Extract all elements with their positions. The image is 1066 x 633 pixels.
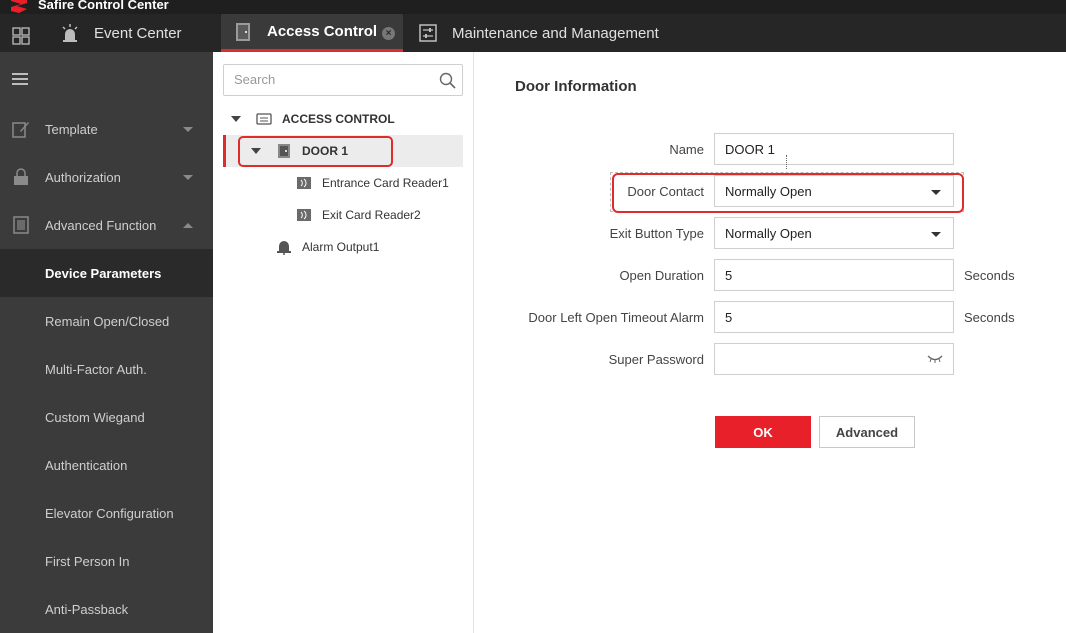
chevron-down-icon	[183, 126, 193, 132]
open-duration-label: Open Duration	[619, 268, 704, 283]
sidebar-item-label: Advanced Function	[45, 217, 157, 233]
hamburger-menu-icon[interactable]	[12, 73, 28, 85]
sidebar-item-label: Template	[45, 121, 98, 137]
sidebar-item-label: Authorization	[45, 169, 121, 185]
dropdown-arrow-icon	[931, 190, 941, 195]
tree-node-label: ACCESS CONTROL	[282, 112, 395, 126]
title-bar: Safire Control Center	[0, 0, 1066, 14]
sidebar-item-multi-factor-auth[interactable]: Multi-Factor Auth.	[0, 345, 213, 393]
section-title: Door Information	[515, 78, 637, 95]
search-icon[interactable]	[439, 72, 456, 89]
open-duration-input[interactable]: 5	[714, 259, 954, 291]
tab-access-control-label: Access Control	[267, 23, 378, 40]
door-left-open-timeout-value: 5	[725, 310, 733, 325]
tree-node-entrance-reader[interactable]: Entrance Card Reader1	[213, 167, 474, 199]
name-value: DOOR 1	[725, 142, 775, 157]
lock-icon	[14, 168, 28, 185]
grid-menu-icon[interactable]	[12, 27, 30, 45]
tab-event-center-label: Event Center	[94, 24, 182, 42]
safire-logo-icon	[11, 0, 27, 13]
close-tab-icon[interactable]: ×	[382, 27, 395, 40]
alarm-light-icon	[62, 24, 78, 42]
text-cursor	[786, 155, 787, 169]
door-left-open-timeout-input[interactable]: 5	[714, 301, 954, 333]
open-duration-value: 5	[725, 268, 733, 283]
alarm-bell-icon	[277, 241, 291, 255]
door-left-open-timeout-label: Door Left Open Timeout Alarm	[528, 310, 704, 325]
tree-node-exit-reader[interactable]: Exit Card Reader2	[213, 199, 474, 231]
name-field[interactable]: DOOR 1	[714, 133, 954, 165]
app-title: Safire Control Center	[38, 0, 169, 12]
chevron-up-icon	[183, 222, 193, 228]
tree-node-alarm-output[interactable]: Alarm Output1	[213, 231, 474, 263]
exit-button-type-select[interactable]: Normally Open	[714, 217, 954, 249]
eye-closed-icon[interactable]	[927, 354, 943, 364]
search-box	[223, 64, 463, 96]
sidebar-item-anti-passback[interactable]: Anti-Passback	[0, 585, 213, 633]
sidebar-item-advanced-function[interactable]: Advanced Function	[0, 201, 213, 249]
settings-sliders-icon	[419, 24, 437, 42]
super-password-input[interactable]	[714, 343, 954, 375]
tree-node-access-control[interactable]: ACCESS CONTROL	[213, 103, 474, 135]
tab-maintenance-management[interactable]: Maintenance and Management	[418, 14, 659, 52]
sidebar-item-device-parameters[interactable]: Device Parameters	[0, 249, 213, 297]
sidebar: Template Authorization Advanced Function…	[0, 52, 213, 633]
door-contact-value: Normally Open	[725, 184, 812, 199]
card-reader-icon	[297, 209, 311, 221]
sidebar-item-first-person-in[interactable]: First Person In	[0, 537, 213, 585]
exit-button-type-label: Exit Button Type	[609, 226, 704, 241]
sidebar-item-custom-wiegand[interactable]: Custom Wiegand	[0, 393, 213, 441]
open-duration-unit: Seconds	[964, 268, 1015, 283]
access-controller-icon	[256, 113, 272, 125]
ok-button[interactable]: OK	[715, 416, 811, 448]
name-label: Name	[669, 142, 704, 157]
search-input[interactable]	[234, 72, 424, 87]
chevron-down-icon	[183, 174, 193, 180]
tab-access-control[interactable]: Access Control ×	[221, 14, 403, 52]
template-edit-icon	[12, 122, 29, 138]
door-highlight-annotation	[238, 136, 393, 167]
card-reader-icon	[297, 177, 311, 189]
sidebar-item-remain-open-closed[interactable]: Remain Open/Closed	[0, 297, 213, 345]
tab-event-center[interactable]: Event Center	[60, 14, 182, 52]
sidebar-item-elevator-configuration[interactable]: Elevator Configuration	[0, 489, 213, 537]
door-contact-label: Door Contact	[627, 184, 704, 199]
door-contact-select[interactable]: Normally Open	[714, 175, 954, 207]
module-tab-bar: Event Center Access Control × Maintenanc…	[0, 14, 1066, 52]
sidebar-item-authorization[interactable]: Authorization	[0, 153, 213, 201]
tree-node-label: Alarm Output1	[302, 240, 380, 254]
door-icon	[236, 22, 250, 41]
expand-arrow-icon[interactable]	[231, 116, 241, 122]
tab-maintenance-label: Maintenance and Management	[452, 24, 659, 42]
super-password-label: Super Password	[608, 352, 704, 367]
sidebar-item-authentication[interactable]: Authentication	[0, 441, 213, 489]
tree-node-label: Exit Card Reader2	[322, 208, 421, 222]
device-panel-icon	[13, 216, 29, 234]
door-left-open-timeout-unit: Seconds	[964, 310, 1015, 325]
advanced-button[interactable]: Advanced	[819, 416, 915, 448]
device-tree-panel: ACCESS CONTROL DOOR 1 Entrance Card Read…	[213, 52, 474, 633]
tree-node-label: Entrance Card Reader1	[322, 176, 449, 190]
exit-button-type-value: Normally Open	[725, 226, 812, 241]
sidebar-item-template[interactable]: Template	[0, 105, 213, 153]
dropdown-arrow-icon	[931, 232, 941, 237]
